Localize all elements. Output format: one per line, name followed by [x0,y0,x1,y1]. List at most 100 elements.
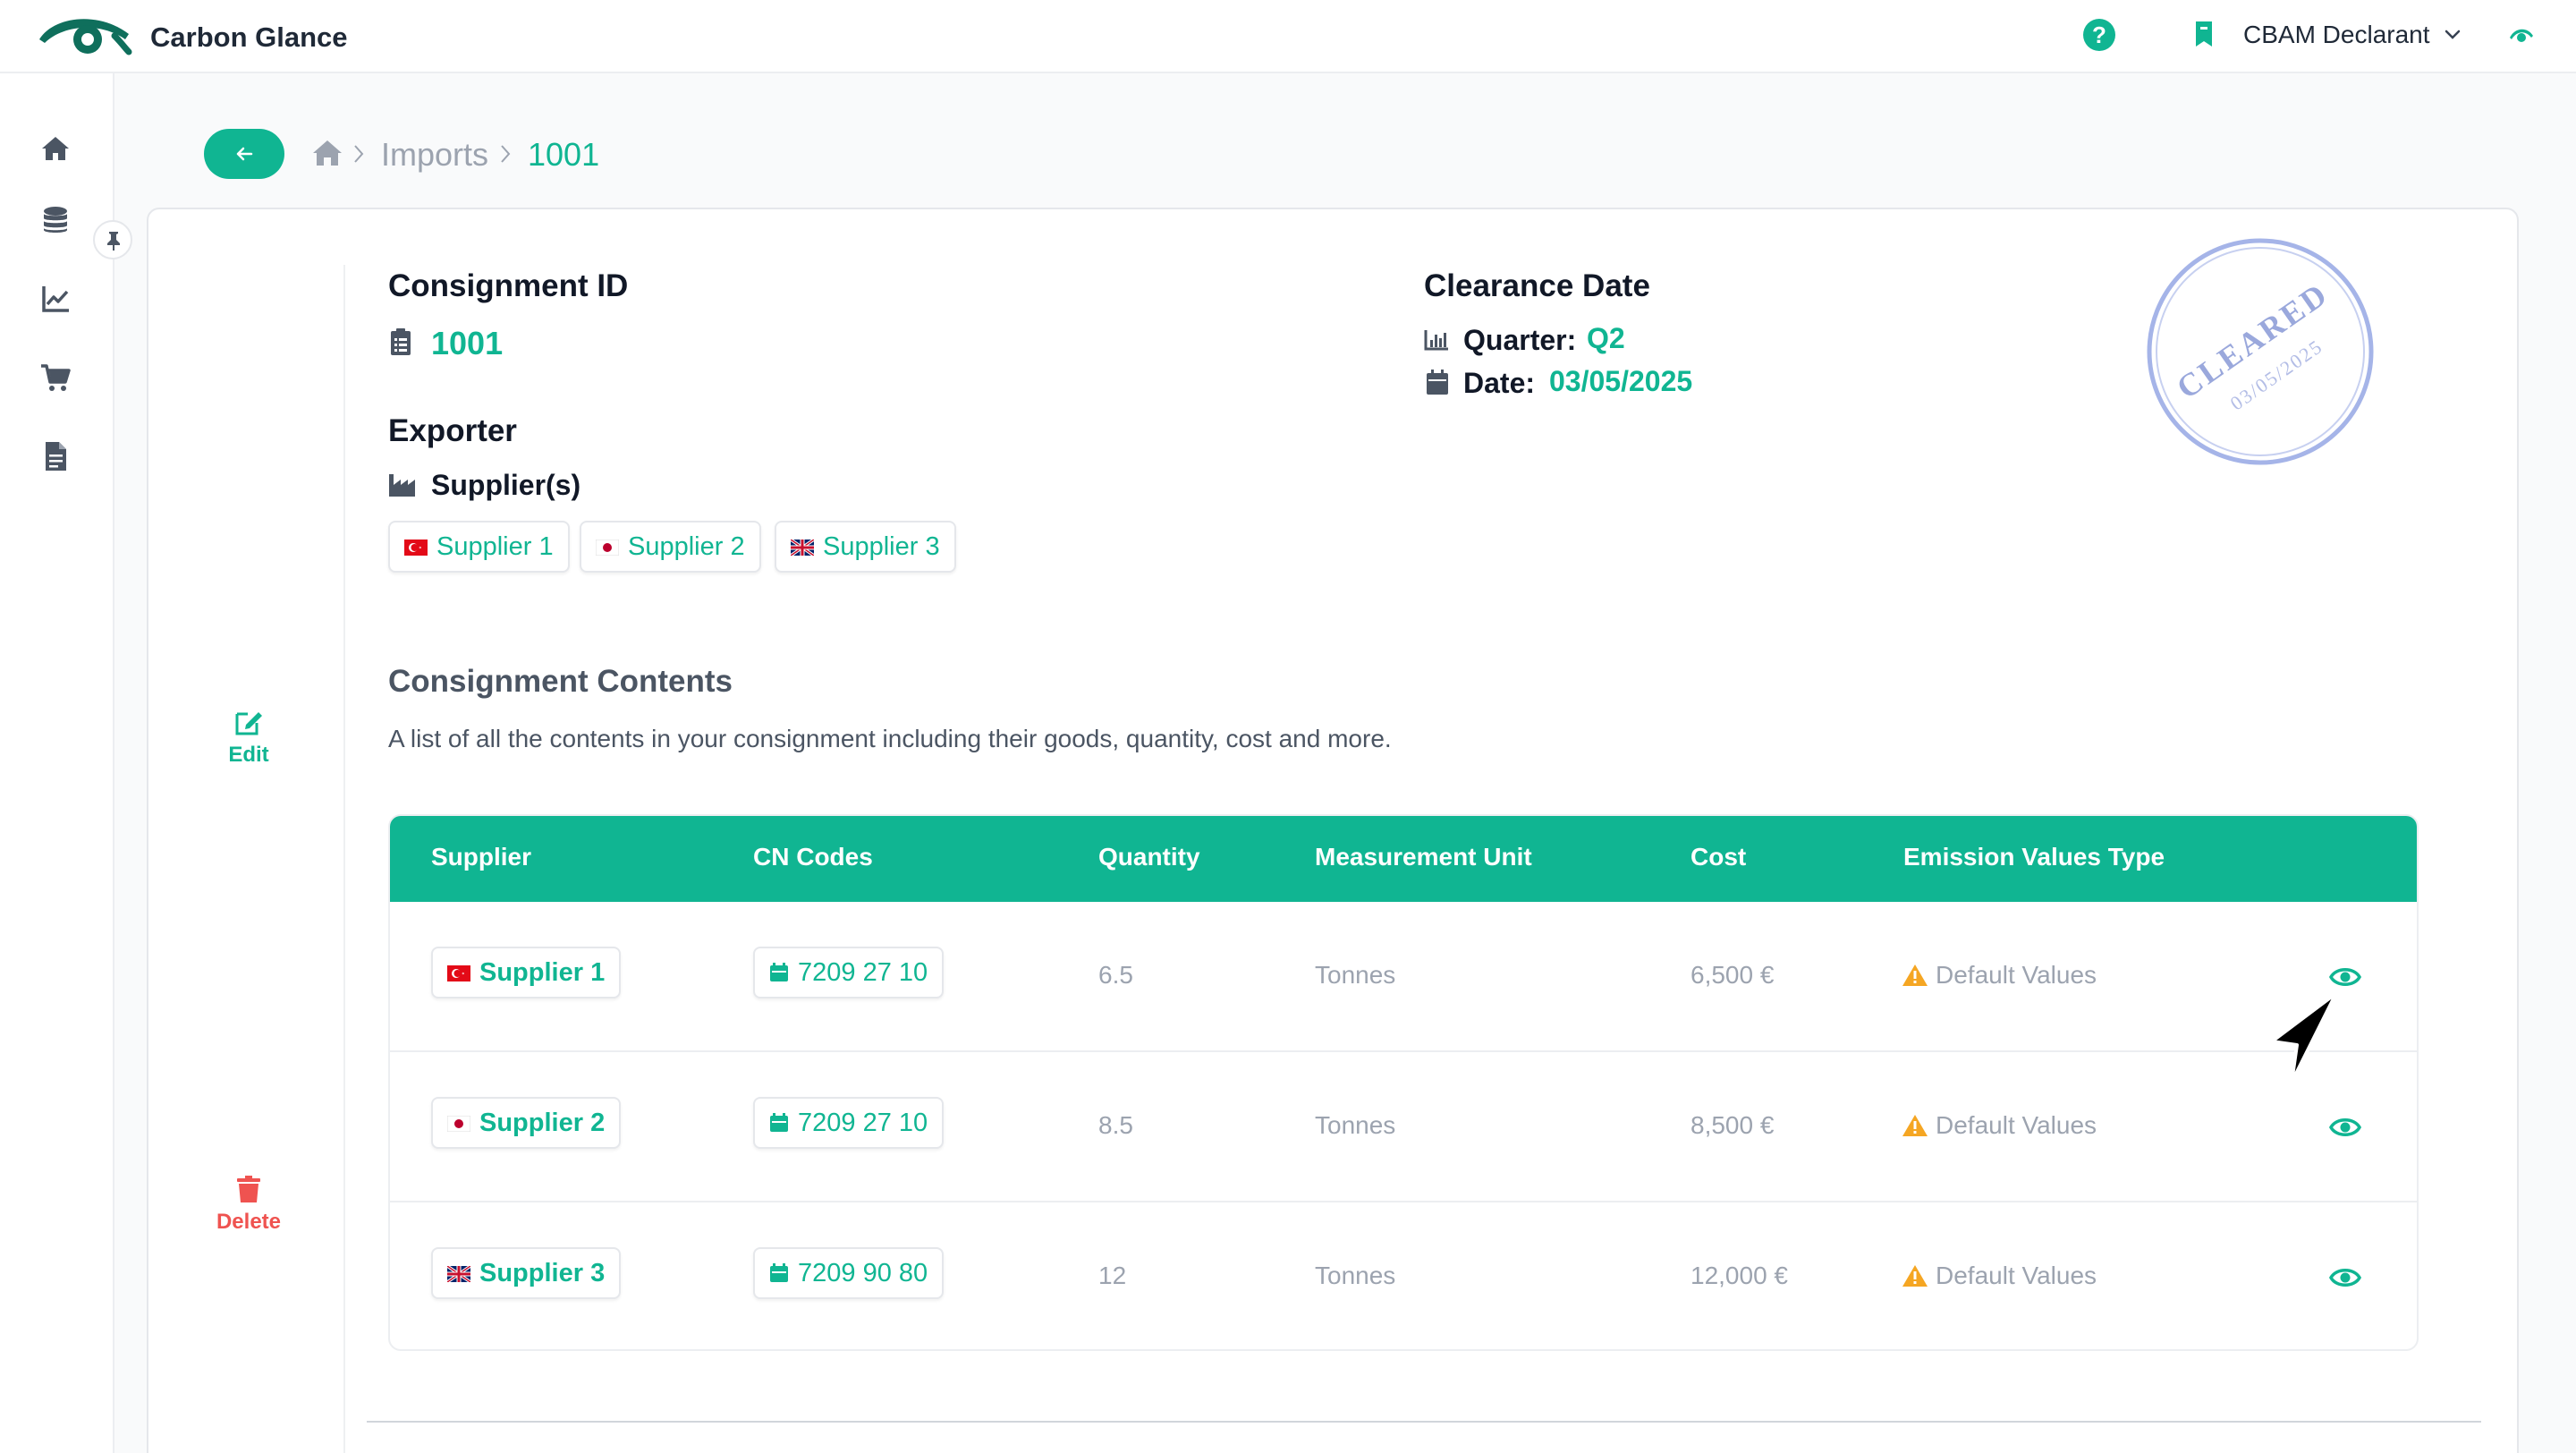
consignment-id-label: Consignment ID [388,268,629,303]
japan-flag-icon [596,540,619,556]
uk-flag-icon [447,1266,470,1282]
unit-cell: Tonnes [1315,961,1396,989]
quantity-cell: 8.5 [1098,1111,1133,1139]
breadcrumb-home-icon[interactable] [311,139,343,167]
table-row: Supplier 2 7209 27 10 8.5 Tonnes 8,500 €… [390,1052,2417,1202]
uk-flag-icon [791,540,814,556]
cn-code-chip[interactable]: 7209 27 10 [753,947,945,998]
role-selector[interactable]: CBAM Declarant [2243,21,2430,49]
cost-cell: 6,500 € [1690,961,1775,989]
supplier-chip[interactable]: Supplier 2 [580,521,761,573]
card-divider [343,265,345,1453]
edit-button[interactable]: Edit [195,707,302,768]
cn-code-label: 7209 27 10 [798,958,928,987]
document-icon[interactable] [39,440,72,472]
contents-description: A list of all the contents in your consi… [388,725,1392,752]
row-supplier-label: Supplier 2 [479,1109,606,1137]
emission-cell: Default Values [1902,961,2097,990]
chevron-right-icon [501,145,511,163]
trash-icon [237,1176,260,1202]
carbon-glance-logo-icon[interactable] [36,13,134,61]
clearance-date-label: Clearance Date [1424,268,1650,303]
column-header[interactable]: Measurement Unit [1315,843,1532,871]
contents-table: Supplier CN Codes Quantity Measurement U… [388,814,2419,1351]
column-header[interactable]: Supplier [431,843,531,871]
delete-label: Delete [216,1210,282,1234]
cn-code-label: 7209 90 80 [798,1259,928,1287]
factory-icon [389,474,415,497]
warning-icon [1902,964,1928,986]
row-supplier-chip[interactable]: Supplier 2 [431,1097,622,1149]
edit-icon [235,712,262,735]
cn-code-chip[interactable]: 7209 27 10 [753,1097,945,1149]
delete-button[interactable]: Delete [195,1174,302,1235]
quantity-cell: 6.5 [1098,961,1133,989]
table-row: Supplier 3 7209 90 80 12 Tonnes 12,000 €… [390,1202,2417,1349]
bar-chart-icon [1424,330,1448,351]
cost-cell: 12,000 € [1690,1262,1788,1289]
sidebar [0,73,114,1453]
cost-cell: 8,500 € [1690,1111,1775,1139]
column-header[interactable]: Quantity [1098,843,1200,871]
column-header[interactable]: CN Codes [753,843,873,871]
table-row: Supplier 1 7209 27 10 6.5 Tonnes 6,500 €… [390,902,2417,1052]
box-icon [770,1263,788,1282]
back-button[interactable] [204,129,284,179]
brand-name: Carbon Glance [150,21,348,53]
turkey-flag-icon [447,965,470,981]
cleared-stamp: CLEARED 03/05/2025 [2147,238,2374,465]
breadcrumb-current: 1001 [528,136,600,173]
arrow-left-icon [236,147,253,161]
column-header[interactable]: Cost [1690,843,1746,871]
pin-icon [107,232,120,251]
cn-code-chip[interactable]: 7209 90 80 [753,1247,945,1299]
top-bar: Carbon Glance ? CBAM Declarant [0,0,2576,73]
eye-icon[interactable] [2329,964,2361,990]
supplier-chip-label: Supplier 2 [628,532,745,561]
emission-label: Default Values [1936,1111,2097,1139]
column-header[interactable]: Emission Values Type [1903,843,2165,871]
chevron-down-icon[interactable] [2442,23,2463,45]
turkey-flag-icon [404,540,428,556]
breadcrumb-imports-link[interactable]: Imports [381,136,488,174]
row-supplier-label: Supplier 1 [479,958,606,987]
consignment-id-value: 1001 [431,325,504,361]
quantity-cell: 12 [1098,1262,1127,1289]
chart-line-icon[interactable] [39,283,72,315]
mouse-pointer-icon [2270,991,2338,1084]
date-label: Date: [1463,367,1536,399]
question-circle-icon[interactable]: ? [2083,19,2115,51]
supplier-chip[interactable]: Supplier 1 [388,521,570,573]
carbon-eye-icon[interactable] [2508,25,2535,45]
emission-cell: Default Values [1902,1111,2097,1140]
japan-flag-icon [447,1116,470,1132]
date-value: 03/05/2025 [1549,365,1693,397]
row-supplier-chip[interactable]: Supplier 3 [431,1247,622,1299]
supplier-chip[interactable]: Supplier 3 [775,521,956,573]
home-icon[interactable] [39,132,72,165]
shopping-cart-icon[interactable] [39,361,72,394]
box-icon [770,963,788,981]
supplier-chip-label: Supplier 1 [436,532,554,561]
emission-label: Default Values [1936,961,2097,989]
exporter-label: Exporter [388,413,517,448]
section-divider [367,1421,2481,1423]
emission-label: Default Values [1936,1262,2097,1289]
eye-icon[interactable] [2329,1265,2361,1290]
quarter-value: Q2 [1587,322,1625,354]
supplier-chip-label: Supplier 3 [823,532,940,561]
warning-icon [1902,1115,1928,1136]
contents-title: Consignment Contents [388,664,733,699]
row-supplier-label: Supplier 3 [479,1259,606,1287]
box-icon [770,1113,788,1132]
chevron-right-icon [354,145,364,163]
pin-sidebar-button[interactable] [93,220,132,259]
row-supplier-chip[interactable]: Supplier 1 [431,947,622,998]
bookmark-icon [2196,21,2212,47]
unit-cell: Tonnes [1315,1262,1396,1289]
eye-icon[interactable] [2329,1115,2361,1140]
clipboard-icon [391,328,411,355]
database-icon[interactable] [39,204,72,236]
warning-icon [1902,1265,1928,1287]
cn-code-label: 7209 27 10 [798,1109,928,1137]
